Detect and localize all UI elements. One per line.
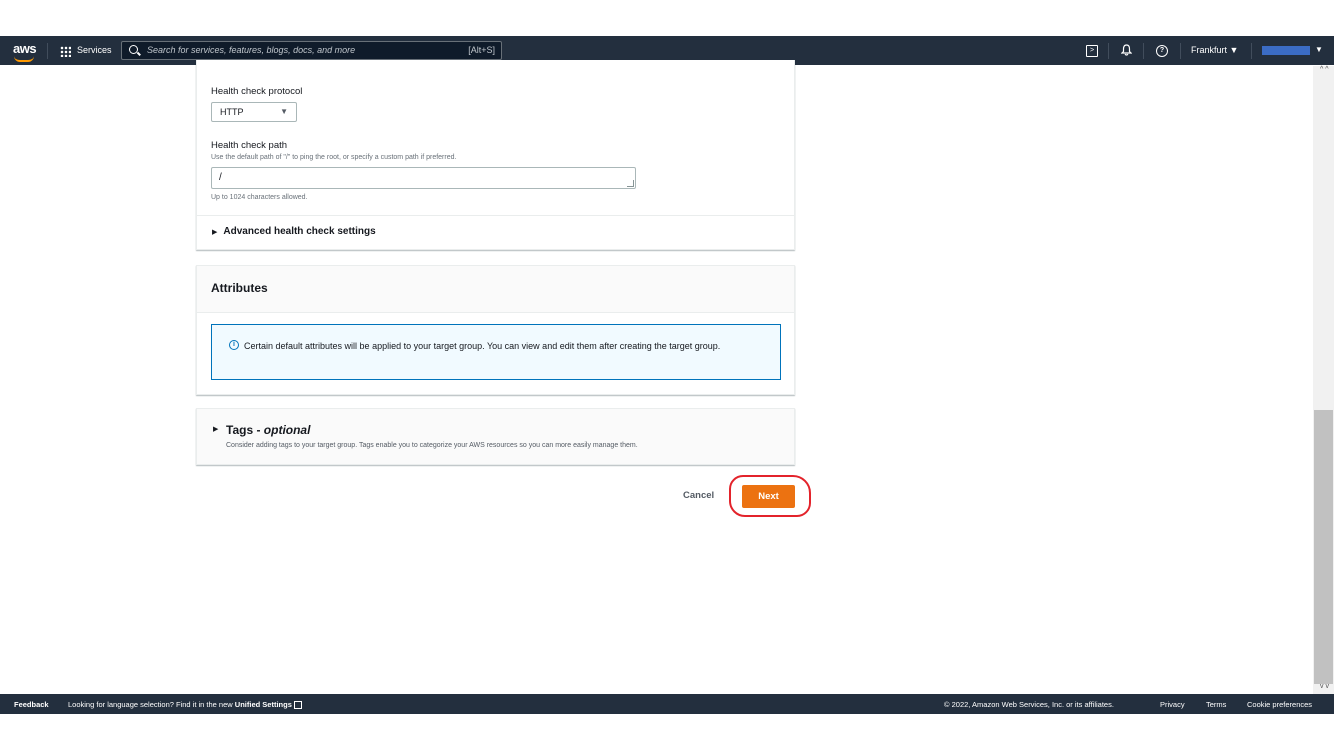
health-check-protocol-select[interactable]: HTTP ▼	[211, 102, 297, 122]
language-prompt: Looking for language selection? Find it …	[68, 700, 302, 709]
footer: Feedback Looking for language selection?…	[0, 694, 1334, 714]
account-caret-icon[interactable]: ▼	[1315, 45, 1323, 54]
privacy-link[interactable]: Privacy	[1160, 700, 1185, 709]
feedback-link[interactable]: Feedback	[14, 700, 49, 709]
health-check-path-input[interactable]: /	[211, 167, 636, 189]
caret-right-icon[interactable]: ▶	[213, 425, 218, 433]
nav-divider	[1143, 43, 1144, 59]
nav-divider	[1251, 43, 1252, 59]
services-menu-button[interactable]: Services	[77, 45, 112, 55]
grid-icon[interactable]	[60, 46, 71, 57]
bell-icon[interactable]	[1120, 44, 1133, 59]
caret-right-icon: ▶	[212, 229, 218, 236]
attributes-header: Attributes	[197, 266, 794, 313]
health-check-path-label: Health check path	[211, 140, 288, 151]
info-icon: i	[229, 340, 239, 350]
protocol-value: HTTP	[220, 107, 244, 117]
nav-divider	[1180, 43, 1181, 59]
page-scrollbar[interactable]: ^ ^ v v	[1313, 66, 1334, 694]
cloudshell-icon[interactable]: >	[1086, 45, 1098, 57]
search-placeholder: Search for services, features, blogs, do…	[147, 45, 356, 55]
attributes-panel: Attributes i Certain default attributes …	[196, 265, 795, 395]
copyright-text: © 2022, Amazon Web Services, Inc. or its…	[944, 700, 1114, 709]
cookie-preferences-link[interactable]: Cookie preferences	[1247, 700, 1312, 709]
caret-down-icon: ▼	[280, 107, 288, 116]
advanced-settings-label: Advanced health check settings	[223, 226, 376, 237]
tags-title[interactable]: Tags - optional	[226, 423, 310, 437]
path-constraint-text: Up to 1024 characters allowed.	[211, 194, 308, 201]
divider	[197, 215, 794, 216]
nav-divider	[1108, 43, 1109, 59]
nav-divider	[47, 43, 48, 59]
help-icon[interactable]: ?	[1156, 45, 1168, 57]
unified-settings-link[interactable]: Unified Settings	[235, 700, 292, 709]
health-check-protocol-label: Health check protocol	[211, 86, 303, 97]
tags-panel[interactable]: ▶ Tags - optional Consider adding tags t…	[196, 408, 795, 465]
health-check-path-description: Use the default path of "/" to ping the …	[211, 154, 457, 161]
terms-link[interactable]: Terms	[1206, 700, 1226, 709]
scroll-down-icon[interactable]: v v	[1320, 683, 1329, 690]
aws-logo[interactable]: aws	[13, 41, 37, 62]
attributes-title: Attributes	[211, 281, 268, 295]
advanced-health-check-settings-toggle[interactable]: ▶ Advanced health check settings	[212, 226, 376, 237]
scroll-up-icon[interactable]: ^ ^	[1320, 66, 1329, 73]
region-selector[interactable]: Frankfurt ▼	[1191, 45, 1238, 55]
search-input[interactable]: Search for services, features, blogs, do…	[121, 41, 502, 60]
annotation-circle	[729, 475, 811, 517]
info-alert: i Certain default attributes will be app…	[211, 324, 781, 380]
search-shortcut: [Alt+S]	[468, 45, 495, 55]
resize-handle-icon[interactable]	[627, 180, 634, 187]
scrollbar-thumb[interactable]	[1314, 410, 1333, 684]
tags-description: Consider adding tags to your target grou…	[226, 442, 638, 449]
info-alert-text: Certain default attributes will be appli…	[244, 341, 721, 351]
account-menu[interactable]	[1262, 46, 1310, 55]
external-link-icon	[293, 701, 302, 709]
cancel-button[interactable]: Cancel	[683, 490, 714, 501]
health-check-panel: Health check protocol HTTP ▼ Health chec…	[196, 60, 795, 250]
search-icon	[129, 45, 138, 54]
path-value: /	[219, 172, 222, 183]
